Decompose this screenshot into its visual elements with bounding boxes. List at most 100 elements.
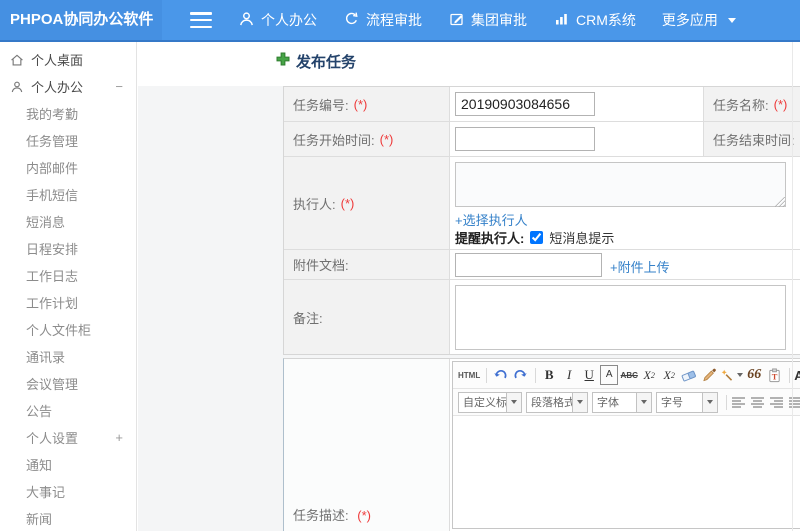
sidebar-item-label: 公告 <box>26 404 53 419</box>
required-mark: (*) <box>773 96 788 112</box>
align-justify-icon[interactable] <box>788 396 800 409</box>
task-desc-field-cell: HTML B I U A ABC X 2 X 2 66 T A 自定义标 段落格… <box>450 359 800 531</box>
toolbar-separator <box>726 394 727 410</box>
sidebar-item-task-management[interactable]: 任务管理 <box>0 127 136 154</box>
sidebar-item-label: 手机短信 <box>26 188 79 203</box>
editor-content-area[interactable] <box>453 416 800 528</box>
paste-text-icon[interactable]: T <box>765 365 783 385</box>
task-no-field-cell <box>450 87 704 121</box>
sidebar-item-my-attendance[interactable]: 我的考勤 <box>0 100 136 127</box>
start-time-input[interactable] <box>455 127 595 151</box>
eraser-icon[interactable] <box>680 365 698 385</box>
font-color-button[interactable]: A <box>794 365 800 385</box>
bold-button[interactable]: B <box>540 365 558 385</box>
sidebar-item-label: 个人桌面 <box>31 53 84 68</box>
note-label-cell: 备注: <box>284 280 450 354</box>
note-textarea[interactable] <box>455 285 786 350</box>
sms-remind-label: 短消息提示 <box>549 231 615 246</box>
executor-textarea[interactable] <box>455 162 786 207</box>
edit-icon <box>448 11 465 30</box>
sidebar-item-personal-settings[interactable]: 个人设置 + <box>0 424 136 451</box>
user-icon <box>238 11 255 30</box>
align-right-icon[interactable] <box>769 396 784 409</box>
nav-item-personal-office[interactable]: 个人办公 <box>238 10 317 30</box>
sidebar-item-work-plan[interactable]: 工作计划 <box>0 289 136 316</box>
note-field-cell <box>450 280 800 354</box>
magic-wand-icon[interactable] <box>720 365 744 385</box>
sidebar-item-major-events[interactable]: 大事记 <box>0 478 136 505</box>
field-label: 附件文档: <box>293 258 349 273</box>
redo-icon[interactable] <box>511 365 529 385</box>
required-mark: (*) <box>340 195 355 211</box>
form-row-attachment: 附件文档: +附件上传 <box>284 250 800 280</box>
user-icon <box>10 80 24 94</box>
textarea-resize-handle[interactable] <box>775 197 785 207</box>
nav-label: CRM系统 <box>576 12 636 28</box>
toolbar-separator <box>486 367 488 383</box>
align-center-icon[interactable] <box>750 396 765 409</box>
nav-item-more-apps[interactable]: 更多应用 <box>662 10 736 30</box>
sidebar-item-contacts[interactable]: 通讯录 <box>0 343 136 370</box>
attachment-label-cell: 附件文档: <box>284 250 450 279</box>
sidebar-item-work-log[interactable]: 工作日志 <box>0 262 136 289</box>
required-mark: (*) <box>357 508 371 523</box>
remind-label: 提醒执行人: <box>455 231 525 246</box>
superscript-button[interactable]: X2 <box>640 365 658 385</box>
hamburger-menu-icon[interactable] <box>190 12 212 28</box>
task-name-label-cell: 任务名称: (*) <box>704 87 800 121</box>
nav-item-crm-system[interactable]: CRM系统 <box>553 10 636 30</box>
custom-title-select[interactable]: 自定义标题 <box>458 391 522 413</box>
underline-button[interactable]: U <box>580 365 598 385</box>
collapse-toggle[interactable]: − <box>115 79 123 94</box>
field-label: 执行人: <box>293 196 336 212</box>
sidebar-item-mobile-sms[interactable]: 手机短信 <box>0 181 136 208</box>
top-bar: PHPOA协同办公软件 个人办公 流程审批 集团审批 CRM系统 更多应用 <box>0 0 800 42</box>
rich-text-editor: HTML B I U A ABC X 2 X 2 66 T A 自定义标 段落格… <box>452 361 800 529</box>
caret-down-icon <box>702 392 717 412</box>
nav-label: 更多应用 <box>661 12 718 28</box>
sms-remind-checkbox[interactable] <box>530 231 544 244</box>
html-source-button[interactable]: HTML <box>458 365 480 385</box>
undo-icon[interactable] <box>491 365 509 385</box>
subscript-button[interactable]: X2 <box>660 365 678 385</box>
sidebar-item-personal-office[interactable]: 个人办公 − <box>0 73 136 100</box>
expand-toggle[interactable]: + <box>115 430 123 445</box>
sidebar-item-short-message[interactable]: 短消息 <box>0 208 136 235</box>
paragraph-format-select[interactable]: 段落格式 <box>526 391 588 413</box>
svg-text:T: T <box>771 371 777 381</box>
nav-item-group-approval[interactable]: 集团审批 <box>448 10 527 30</box>
strikethrough-button[interactable]: ABC <box>620 365 638 385</box>
sidebar-item-personal-desktop[interactable]: 个人桌面 <box>0 46 136 73</box>
caret-down-icon <box>727 17 736 23</box>
font-style-button[interactable]: A <box>600 365 619 385</box>
italic-button[interactable]: I <box>560 365 578 385</box>
sidebar-item-schedule[interactable]: 日程安排 <box>0 235 136 262</box>
sidebar-item-label: 个人办公 <box>31 80 84 95</box>
required-mark: (*) <box>353 96 368 112</box>
start-time-label-cell: 任务开始时间: (*) <box>284 122 450 156</box>
sidebar-item-label: 工作日志 <box>26 269 79 284</box>
sidebar-item-personal-files[interactable]: 个人文件柜 <box>0 316 136 343</box>
font-family-select[interactable]: 字体 <box>592 391 652 413</box>
attachment-upload-link[interactable]: +附件上传 <box>610 257 670 276</box>
sidebar-item-notification[interactable]: 通知 <box>0 451 136 478</box>
task-no-label-cell: 任务编号: (*) <box>284 87 450 121</box>
sidebar-item-news[interactable]: 新闻 <box>0 505 136 531</box>
start-time-field-cell <box>450 122 704 156</box>
sidebar-item-announcement[interactable]: 公告 <box>0 397 136 424</box>
select-executor-link[interactable]: +选择执行人 <box>455 210 528 229</box>
format-brush-icon[interactable] <box>700 365 718 385</box>
align-left-icon[interactable] <box>731 396 746 409</box>
sidebar-item-label: 通知 <box>26 458 53 473</box>
blockquote-button[interactable]: 66 <box>745 365 763 385</box>
sidebar-item-internal-mail[interactable]: 内部邮件 <box>0 154 136 181</box>
sidebar-item-label: 日程安排 <box>26 242 79 257</box>
nav-item-workflow-approval[interactable]: 流程审批 <box>343 10 422 30</box>
caret-down-icon <box>636 392 651 412</box>
sidebar-item-meeting-management[interactable]: 会议管理 <box>0 370 136 397</box>
task-no-input[interactable] <box>455 92 595 116</box>
attachment-input[interactable] <box>455 253 602 277</box>
font-size-select[interactable]: 字号 <box>656 391 718 413</box>
caret-down-icon <box>572 392 587 412</box>
form-row-executor: 执行人: (*) +选择执行人 提醒执行人: 短消息提示 <box>284 157 800 250</box>
